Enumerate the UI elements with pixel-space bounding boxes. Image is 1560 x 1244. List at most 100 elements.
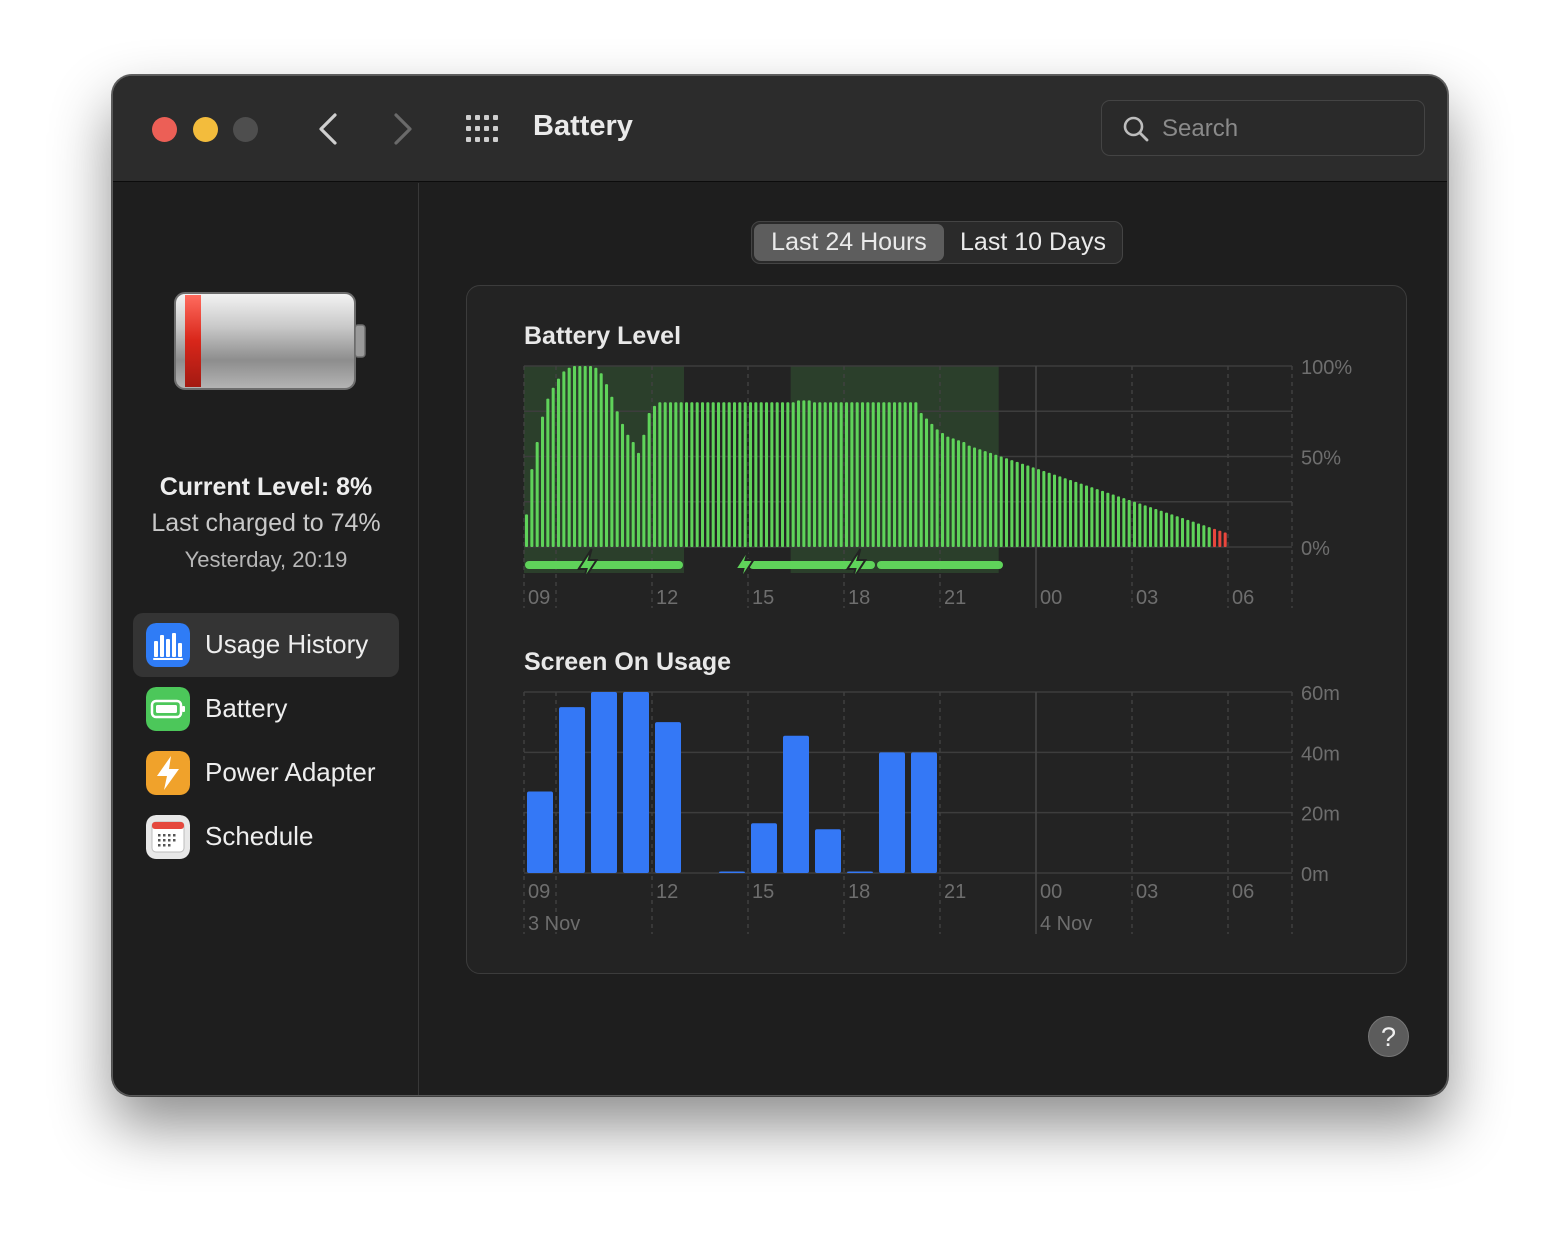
battery-level-bar [930,423,934,547]
battery-level-bar [727,402,731,547]
battery-x-tick-label: 06 [1232,587,1254,609]
battery-level-bar [1079,483,1083,547]
help-button[interactable]: ? [1368,1016,1409,1057]
sidebar-item-usage-history[interactable]: Usage History [133,613,399,677]
battery-level-bar [706,402,710,547]
screen-usage-bar [751,823,777,873]
battery-level-bar [599,373,603,547]
battery-level-bar [535,442,539,547]
battery-x-tick-label: 09 [528,587,550,609]
minimize-window-button[interactable] [193,117,218,142]
battery-level-bar [573,366,577,547]
battery-level-bar [898,402,902,547]
usage-x-tick-label: 12 [656,881,678,903]
usage-date-label: 3 Nov [528,913,580,935]
battery-level-bar [1037,469,1041,547]
sidebar-item-label: Schedule [205,821,314,851]
battery-level-bar [1170,514,1174,547]
battery-level-bar [1159,510,1163,547]
battery-level-bar [562,371,566,547]
battery-level-bar [1165,512,1169,547]
battery-level-bar [1015,461,1019,547]
battery-level-bar [1106,492,1110,547]
battery-level-bar [1154,508,1158,547]
battery-x-tick-label: 12 [656,587,678,609]
tab-last-10-days[interactable]: Last 10 Days [946,224,1120,261]
battery-level-bar [610,396,614,547]
battery-level-bar [631,442,635,547]
battery-level-bar [754,402,758,547]
charged-time-text: Yesterday, 20:19 [184,547,348,572]
battery-level-bar [909,402,913,547]
battery-level-bar [791,402,795,547]
battery-level-bar [1122,498,1126,547]
battery-y-tick-label: 0% [1301,538,1330,560]
usage-charts: 100% 50% 0% 60m 40m 20m 0m 09 12 15 18 21 00 03 06 09 12… [523,357,1352,935]
battery-y-tick-label: 100% [1301,357,1352,379]
sidebar: Current Level: 8% Last charged to 74% Ye… [113,183,419,1095]
battery-level-bar [653,405,657,547]
battery-level-bar [1175,516,1179,547]
charging-indicator-bar [525,561,683,569]
battery-level-bar [1026,465,1030,547]
battery-icon [146,687,190,731]
battery-level-bar [557,378,561,547]
last-charged-text: Last charged to 74% [151,509,381,537]
battery-level-bar [1047,472,1051,547]
battery-level-bar [914,402,918,547]
battery-level-bar [1149,507,1153,547]
battery-level-bar [621,423,625,547]
window-title: Battery [533,110,633,142]
screen-usage-bar [559,707,585,873]
screen-usage-bar [655,722,681,873]
close-window-button[interactable] [152,117,177,142]
sidebar-item-schedule[interactable]: Schedule [133,805,399,869]
battery-level-bar [541,416,545,547]
battery-level-bar [567,367,571,547]
battery-x-tick-label: 21 [944,587,966,609]
usage-x-tick-label: 06 [1232,881,1254,903]
sidebar-item-power-adapter[interactable]: Power Adapter [133,741,399,805]
sidebar-item-battery[interactable]: Battery [133,677,399,741]
usage-chart-panel: Battery Level Screen On Usage 100% 50% 0% 6… [466,285,1407,974]
battery-level-bar [1186,519,1190,547]
battery-level-bar [919,413,923,547]
battery-level-bar [1069,480,1073,547]
forward-button[interactable] [388,112,418,146]
battery-level-bar [642,434,646,547]
usage-y-tick-label: 0m [1301,864,1329,886]
sidebar-item-label: Power Adapter [205,757,376,787]
search-input[interactable] [1162,111,1412,147]
sidebar-item-label: Usage History [205,629,369,659]
battery-level-bar [999,456,1003,547]
battery-level-bar [887,402,891,547]
battery-level-bar [1207,527,1211,547]
time-range-segmented-control[interactable]: Last 24 Hours Last 10 Days [751,221,1123,264]
back-button[interactable] [313,112,343,146]
screen-usage-bar [719,871,745,873]
battery-level-bar [1090,487,1094,547]
search-icon [1123,116,1149,142]
battery-level-bar [717,402,721,547]
power-adapter-icon [146,751,190,795]
screen-usage-bar [527,791,553,873]
battery-level-bar [589,366,593,547]
search-field[interactable] [1101,100,1425,156]
battery-level-bar [1095,489,1099,547]
charging-indicator-bar [877,561,1003,569]
tab-last-24-hours[interactable]: Last 24 Hours [754,224,944,261]
battery-level-bar [983,451,987,547]
battery-level-bar [967,445,971,547]
zoom-window-button[interactable] [233,117,258,142]
battery-level-bar [994,454,998,547]
show-all-button[interactable] [465,114,503,144]
battery-level-bar [578,366,582,547]
battery-level-bar [722,402,726,547]
chevron-right-icon [394,113,412,145]
battery-level-bar [823,402,827,547]
battery-level-bar [1143,505,1147,547]
battery-x-tick-label: 03 [1136,587,1158,609]
battery-level-bar [1010,460,1014,547]
battery-level-bar [733,402,737,547]
battery-level-bar [866,402,870,547]
